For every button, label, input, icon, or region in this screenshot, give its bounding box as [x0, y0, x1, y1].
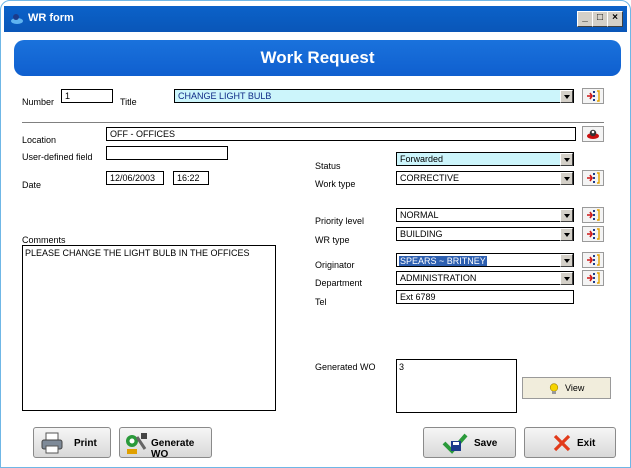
exit-x-icon	[553, 434, 571, 452]
print-button-label: Print	[74, 438, 97, 449]
priority-level-label: Priority level	[315, 216, 365, 226]
priority-level-field[interactable]: NORMAL	[396, 208, 574, 222]
department-dropdown-arrow-icon[interactable]	[560, 272, 573, 285]
title-label: Title	[120, 97, 137, 107]
location-field[interactable]: OFF - OFFICES	[106, 127, 576, 141]
save-button[interactable]: Save	[423, 427, 516, 458]
user-defined-field-input[interactable]	[106, 146, 228, 160]
location-label: Location	[22, 135, 57, 145]
work-type-field[interactable]: CORRECTIVE	[396, 171, 574, 185]
separator-highlight	[22, 123, 604, 124]
originator-label: Originator	[315, 260, 355, 270]
close-button[interactable]: ×	[607, 11, 623, 27]
work-type-dropdown-arrow-icon[interactable]	[560, 172, 573, 185]
department-field[interactable]: ADMINISTRATION	[396, 271, 574, 285]
comments-label: Comments	[22, 235, 66, 245]
window-app-icon	[10, 12, 24, 28]
generate-wo-icon	[126, 433, 147, 454]
wr-type-field[interactable]: BUILDING	[396, 227, 574, 241]
originator-dropdown-arrow-icon[interactable]	[560, 254, 573, 267]
view-button[interactable]: View	[522, 377, 611, 399]
user-defined-field-label: User-defined field	[22, 152, 93, 162]
title-field[interactable]: CHANGE LIGHT BULB	[174, 89, 574, 103]
wr-type-dropdown-arrow-icon[interactable]	[560, 228, 573, 241]
print-button[interactable]: Print	[33, 427, 111, 458]
work-type-label: Work type	[315, 179, 356, 189]
originator-lookup-list-icon[interactable]	[582, 252, 604, 268]
save-button-label: Save	[474, 438, 498, 449]
location-browse-icon[interactable]	[582, 126, 604, 142]
title-bar[interactable]: WR form _ □ ×	[4, 6, 627, 32]
generated-wo-list[interactable]: 3	[396, 359, 517, 413]
work-type-lookup-list-icon[interactable]	[582, 170, 604, 186]
time-field[interactable]: 16:22	[173, 171, 209, 185]
priority-level-dropdown-arrow-icon[interactable]	[560, 209, 573, 222]
generate-wo-button-label: Generate WO	[151, 438, 195, 460]
lightbulb-icon	[549, 383, 559, 397]
form-header-banner: Work Request	[14, 40, 621, 76]
minimize-button[interactable]: _	[577, 11, 593, 27]
generate-wo-button[interactable]: Generate WO	[119, 427, 212, 460]
priority-level-lookup-list-icon[interactable]	[582, 207, 604, 223]
wr-type-label: WR type	[315, 235, 350, 245]
tel-label: Tel	[315, 297, 327, 307]
title-lookup-list-icon[interactable]	[582, 88, 604, 104]
exit-button-label: Exit	[577, 438, 596, 449]
department-lookup-list-icon[interactable]	[582, 270, 604, 286]
comments-textarea[interactable]: PLEASE CHANGE THE LIGHT BULB IN THE OFFI…	[22, 245, 276, 411]
window-title: WR form	[28, 12, 74, 24]
department-label: Department	[315, 278, 363, 288]
number-label: Number	[22, 97, 55, 107]
date-field[interactable]: 12/06/2003	[106, 171, 164, 185]
status-dropdown-arrow-icon[interactable]	[560, 153, 573, 166]
status-label: Status	[315, 161, 341, 171]
status-field[interactable]: Forwarded	[396, 152, 574, 166]
number-field[interactable]: 1	[61, 89, 113, 103]
originator-field[interactable]: SPEARS ~ BRITNEY	[396, 253, 574, 267]
wr-type-lookup-list-icon[interactable]	[582, 226, 604, 242]
originator-selected-text: SPEARS ~ BRITNEY	[399, 256, 487, 266]
printer-icon	[41, 432, 63, 454]
generated-wo-label: Generated WO	[315, 362, 376, 372]
title-dropdown-arrow-icon[interactable]	[560, 90, 573, 103]
save-icon	[442, 433, 468, 454]
view-button-label: View	[565, 383, 585, 393]
exit-button[interactable]: Exit	[524, 427, 616, 458]
tel-field[interactable]: Ext 6789	[396, 290, 574, 304]
date-label: Date	[22, 180, 42, 190]
maximize-button[interactable]: □	[592, 11, 608, 27]
